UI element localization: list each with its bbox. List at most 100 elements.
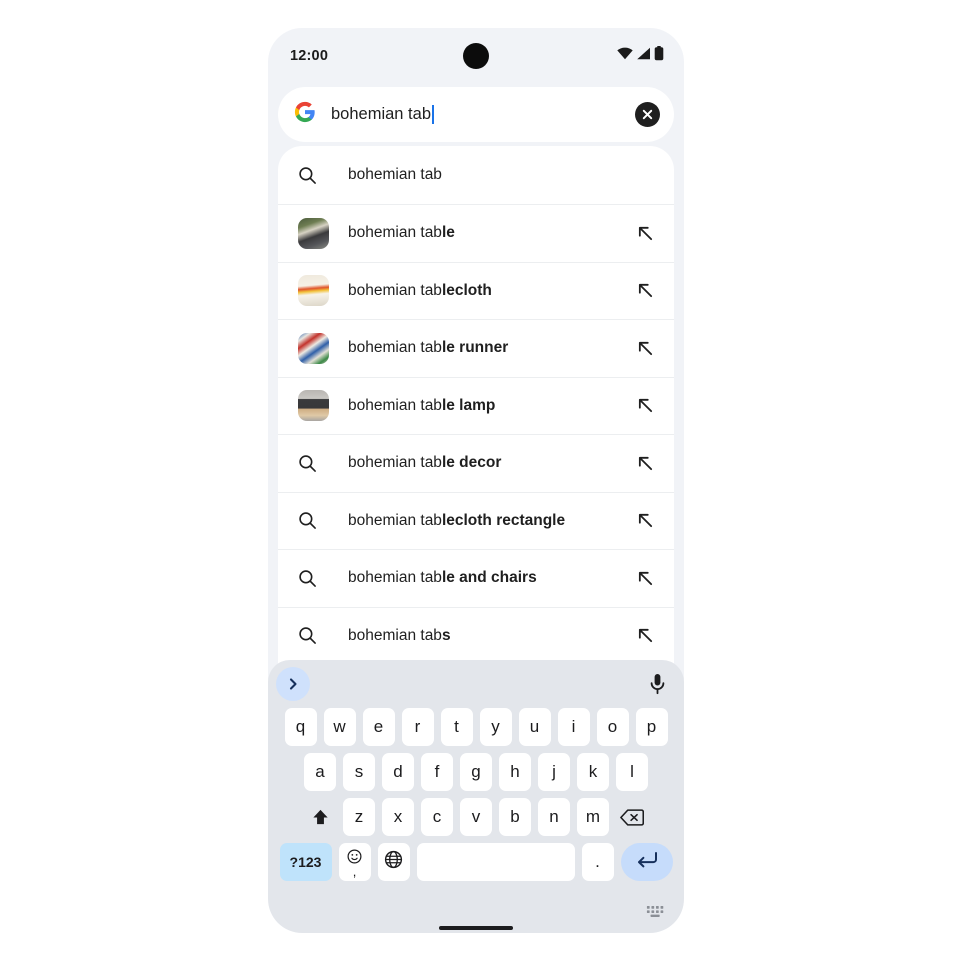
key-s[interactable]: s — [343, 753, 375, 791]
enter-key[interactable] — [620, 843, 673, 881]
fill-query-arrow-icon[interactable] — [634, 395, 656, 417]
key-x[interactable]: x — [382, 798, 414, 836]
home-indicator[interactable] — [439, 926, 513, 930]
fill-query-arrow-icon[interactable] — [634, 625, 656, 647]
search-input[interactable]: bohemian tab — [331, 87, 635, 142]
status-time: 12:00 — [290, 48, 329, 64]
key-l[interactable]: l — [616, 753, 648, 791]
bohemian-table-lamp-thumbnail — [298, 390, 329, 422]
key-t[interactable]: t — [440, 708, 473, 746]
keyboard-toolbar — [268, 660, 684, 708]
chevron-right-icon[interactable] — [276, 667, 310, 701]
arrow-placeholder — [634, 164, 656, 186]
suggestion-row[interactable]: bohemian table and chairs — [278, 550, 674, 607]
suggestion-label: bohemian tablecloth — [348, 282, 634, 300]
key-v[interactable]: v — [460, 798, 492, 836]
symbols-key[interactable]: ?123 — [279, 843, 332, 881]
hide-keyboard-icon[interactable] — [646, 904, 666, 924]
fill-query-arrow-icon[interactable] — [634, 567, 656, 589]
search-icon — [298, 511, 334, 530]
key-i[interactable]: i — [557, 708, 590, 746]
globe-key[interactable] — [377, 843, 410, 881]
key-f[interactable]: f — [421, 753, 453, 791]
suggestion-prefix: bohemian tab — [348, 396, 442, 414]
suggestion-completion: s — [441, 626, 451, 644]
suggestion-completion: le lamp — [441, 396, 496, 414]
search-icon — [299, 570, 316, 587]
status-bar: 12:00 — [268, 28, 684, 84]
globe-icon — [384, 850, 403, 874]
suggestion-label: bohemian table runner — [348, 339, 634, 357]
suggestion-row[interactable]: bohemian table decor — [278, 435, 674, 492]
fill-query-arrow-icon[interactable] — [634, 222, 656, 244]
key-g[interactable]: g — [460, 753, 492, 791]
suggestion-thumbnail — [298, 217, 334, 249]
suggestion-thumbnail — [298, 390, 334, 422]
emoji-key[interactable]: , — [338, 843, 371, 881]
key-w[interactable]: w — [323, 708, 356, 746]
fill-query-arrow-icon[interactable] — [634, 337, 656, 359]
key-n[interactable]: n — [538, 798, 570, 836]
search-icon — [299, 455, 316, 472]
suggestion-label: bohemian tabs — [348, 627, 634, 645]
keyboard-row-4: ?123 , . — [268, 843, 684, 881]
search-query-text: bohemian tab — [331, 105, 431, 124]
suggestion-prefix: bohemian tab — [348, 626, 442, 644]
search-icon — [298, 626, 334, 645]
suggestion-label: bohemian table lamp — [348, 397, 634, 415]
key-p[interactable]: p — [635, 708, 668, 746]
suggestion-completion: lecloth — [441, 281, 492, 299]
suggestion-prefix: bohemian tab — [348, 224, 442, 242]
suggestion-label: bohemian table and chairs — [348, 569, 634, 587]
key-d[interactable]: d — [382, 753, 414, 791]
key-k[interactable]: k — [577, 753, 609, 791]
microphone-icon[interactable] — [644, 671, 670, 697]
fill-query-arrow-icon[interactable] — [634, 510, 656, 532]
suggestion-prefix: bohemian tab — [348, 454, 442, 472]
suggestion-row[interactable]: bohemian tablecloth rectangle — [278, 493, 674, 550]
key-e[interactable]: e — [362, 708, 395, 746]
search-icon — [299, 627, 316, 645]
key-y[interactable]: y — [479, 708, 512, 746]
wifi-icon — [617, 47, 633, 65]
suggestion-row[interactable]: bohemian table runner — [278, 320, 674, 377]
suggestion-completion: le decor — [441, 454, 502, 472]
suggestion-label: bohemian table decor — [348, 454, 634, 472]
search-icon — [298, 166, 334, 185]
space-key[interactable] — [416, 843, 575, 881]
key-b[interactable]: b — [499, 798, 531, 836]
fill-query-arrow-icon[interactable] — [634, 280, 656, 302]
search-icon — [298, 569, 334, 588]
suggestion-list: bohemian tab bohemian table bohemian table… — [278, 146, 674, 730]
key-q[interactable]: q — [284, 708, 317, 746]
key-h[interactable]: h — [499, 753, 531, 791]
key-m[interactable]: m — [577, 798, 609, 836]
clear-text-icon[interactable] — [635, 102, 660, 127]
period-key[interactable]: . — [581, 843, 614, 881]
fill-query-arrow-icon[interactable] — [634, 452, 656, 474]
key-u[interactable]: u — [518, 708, 551, 746]
key-a[interactable]: a — [304, 753, 336, 791]
keyboard-row-3: zxcvbnm — [268, 798, 684, 836]
key-o[interactable]: o — [596, 708, 629, 746]
on-screen-keyboard: qwertyuiop asdfghjkl zxcvbnm ?123 , . — [268, 660, 684, 933]
suggestion-row[interactable]: bohemian tabs — [278, 608, 674, 665]
suggestion-row[interactable]: bohemian tablecloth — [278, 263, 674, 320]
search-bar[interactable]: bohemian tab — [278, 87, 674, 142]
suggestion-prefix: bohemian tab — [348, 569, 442, 587]
comma-key-label: , — [352, 864, 357, 879]
key-j[interactable]: j — [538, 753, 570, 791]
suggestion-prefix: bohemian tab — [348, 166, 442, 183]
key-c[interactable]: c — [421, 798, 453, 836]
status-icon-group — [617, 46, 664, 66]
key-r[interactable]: r — [401, 708, 434, 746]
backspace-icon[interactable] — [616, 798, 648, 836]
suggestion-completion: lecloth rectangle — [441, 511, 566, 529]
suggestion-row[interactable]: bohemian table lamp — [278, 378, 674, 435]
key-z[interactable]: z — [343, 798, 375, 836]
suggestion-label: bohemian table — [348, 224, 634, 242]
enter-icon — [636, 851, 658, 874]
suggestion-row[interactable]: bohemian table — [278, 205, 674, 262]
shift-icon[interactable] — [304, 798, 336, 836]
suggestion-row[interactable]: bohemian tab — [278, 146, 674, 204]
